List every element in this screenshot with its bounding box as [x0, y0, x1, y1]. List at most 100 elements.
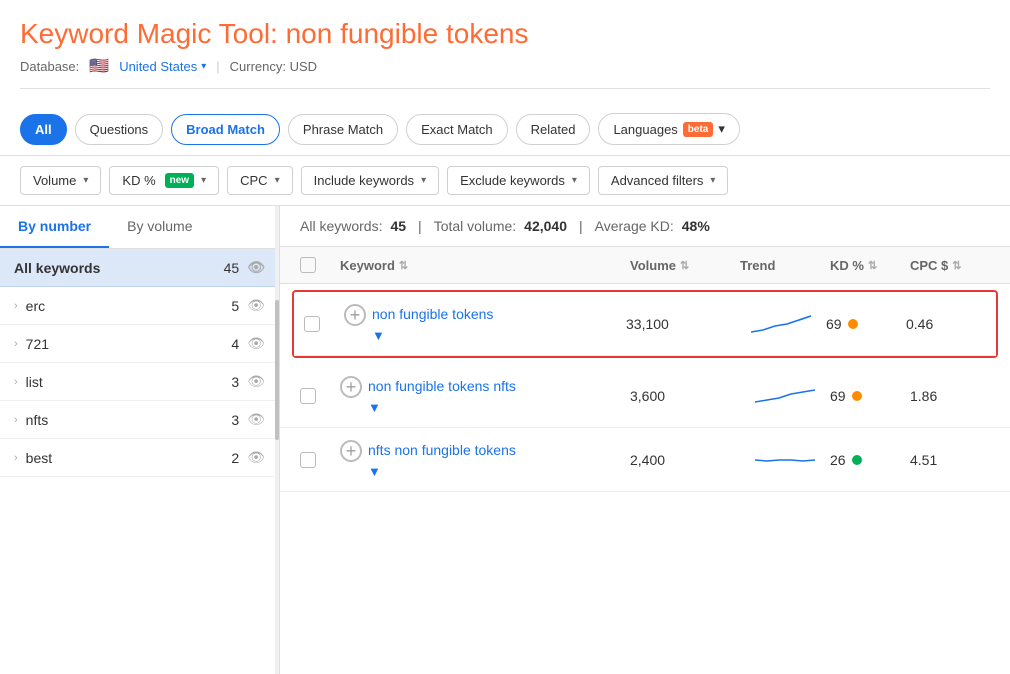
tab-by-number[interactable]: By number — [0, 206, 109, 248]
sidebar-keyword-label: 721 — [26, 336, 232, 352]
advanced-filters[interactable]: Advanced filters ▾ — [598, 166, 729, 195]
row1-kd-value: 69 — [826, 316, 842, 332]
tab-all[interactable]: All — [20, 114, 67, 145]
row3-add-button[interactable]: + — [340, 440, 362, 462]
row2-cpc-cell: 1.86 — [910, 388, 990, 404]
row2-keyword-link[interactable]: non fungible tokens nfts — [368, 377, 516, 397]
sidebar-item-erc[interactable]: › erc 5 👁 — [0, 287, 279, 325]
tab-questions[interactable]: Questions — [75, 114, 164, 145]
row3-keyword-dropdown[interactable]: ▼ — [368, 464, 381, 479]
row2-checkbox[interactable] — [300, 388, 316, 404]
kd-filter[interactable]: KD % new ▾ — [109, 166, 219, 195]
row1-kd-cell: 69 — [826, 316, 906, 332]
row3-dropdown-arrow-icon: ▼ — [368, 464, 381, 479]
trend-col-label: Trend — [740, 258, 775, 273]
page-header: Keyword Magic Tool: non fungible tokens … — [0, 0, 1010, 99]
col-volume[interactable]: Volume ⇅ — [630, 258, 740, 273]
row3-kd-cell: 26 — [830, 452, 910, 468]
chevron-right-icon: › — [14, 338, 18, 350]
scroll-thumb[interactable] — [275, 300, 279, 440]
sidebar-keyword-label: list — [26, 374, 232, 390]
eye-icon[interactable]: 👁 — [247, 297, 265, 314]
content-area: By number By volume All keywords 45 👁 › … — [0, 206, 1010, 674]
chevron-right-icon: › — [14, 414, 18, 426]
database-row: Database: 🇺🇸 United States ▾ | Currency:… — [20, 56, 990, 89]
cpc-sort-icon: ⇅ — [952, 259, 961, 272]
sidebar-item-721[interactable]: › 721 4 👁 — [0, 325, 279, 363]
tab-broad-match[interactable]: Broad Match — [171, 114, 280, 145]
sidebar-eye-icon[interactable]: 👁 — [247, 259, 265, 276]
highlighted-row-wrapper: + non fungible tokens ▼ 33,100 — [292, 290, 998, 358]
volume-filter[interactable]: Volume ▾ — [20, 166, 101, 195]
sidebar-item-list[interactable]: › list 3 👁 — [0, 363, 279, 401]
row2-add-button[interactable]: + — [340, 376, 362, 398]
row3-volume-cell: 2,400 — [630, 452, 740, 468]
row3-keyword-cell: + nfts non fungible tokens ▼ — [340, 440, 630, 479]
row1-trend-cell — [736, 310, 826, 338]
sidebar-all-keywords-label: All keywords — [14, 260, 224, 276]
tab-by-volume[interactable]: By volume — [109, 206, 210, 248]
row1-add-button[interactable]: + — [344, 304, 366, 326]
row3-kd-value: 26 — [830, 452, 846, 468]
include-chevron-icon: ▾ — [421, 175, 426, 186]
volume-label: Volume — [33, 173, 76, 188]
sidebar-item-best[interactable]: › best 2 👁 — [0, 439, 279, 477]
kd-new-badge: new — [165, 173, 194, 188]
advanced-chevron-icon: ▾ — [710, 175, 715, 186]
total-volume-value: 42,040 — [524, 218, 567, 234]
sidebar-items: › erc 5 👁 › 721 4 👁 › list 3 👁 › nfts 3 — [0, 287, 279, 477]
tab-exact-match[interactable]: Exact Match — [406, 114, 508, 145]
eye-icon[interactable]: 👁 — [247, 373, 265, 390]
col-keyword[interactable]: Keyword ⇅ — [340, 258, 630, 273]
row2-dropdown-arrow-icon: ▼ — [368, 400, 381, 415]
cpc-filter[interactable]: CPC ▾ — [227, 166, 292, 195]
filter-tabs-bar: All Questions Broad Match Phrase Match E… — [0, 99, 1010, 156]
row3-checkbox[interactable] — [300, 452, 316, 468]
sidebar-header-item: All keywords 45 👁 — [0, 249, 279, 287]
flag-icon: 🇺🇸 — [89, 56, 109, 76]
languages-chevron-icon: ▾ — [718, 121, 725, 137]
row1-keyword-dropdown[interactable]: ▼ — [372, 328, 385, 343]
eye-icon[interactable]: 👁 — [247, 335, 265, 352]
row1-checkbox[interactable] — [304, 316, 320, 332]
row1-trend-sparkline — [751, 310, 811, 338]
tab-languages[interactable]: Languages beta ▾ — [598, 113, 739, 145]
sidebar-keyword-label: erc — [26, 298, 232, 314]
eye-icon[interactable]: 👁 — [247, 411, 265, 428]
avg-kd-value: 48% — [682, 218, 710, 234]
stats-row: All keywords: 45 | Total volume: 42,040 … — [280, 206, 1010, 247]
include-keywords-filter[interactable]: Include keywords ▾ — [301, 166, 439, 195]
sidebar-keyword-count: 3 — [231, 412, 239, 428]
row1-keyword-cell: + non fungible tokens ▼ — [344, 304, 626, 343]
row2-kd-value: 69 — [830, 388, 846, 404]
col-checkbox — [300, 257, 340, 273]
col-cpc[interactable]: CPC $ ⇅ — [910, 258, 990, 273]
kd-col-label: KD % — [830, 258, 864, 273]
col-trend: Trend — [740, 258, 830, 273]
row2-keyword-cell: + non fungible tokens nfts ▼ — [340, 376, 630, 415]
database-label: Database: — [20, 59, 79, 74]
tab-phrase-match[interactable]: Phrase Match — [288, 114, 398, 145]
tab-related[interactable]: Related — [516, 114, 591, 145]
kd-sort-icon: ⇅ — [868, 259, 877, 272]
row3-kd-dot — [852, 455, 862, 465]
row2-keyword-dropdown[interactable]: ▼ — [368, 400, 381, 415]
advanced-label: Advanced filters — [611, 173, 704, 188]
sidebar-keyword-count: 3 — [231, 374, 239, 390]
select-all-checkbox[interactable] — [300, 257, 316, 273]
eye-icon[interactable]: 👁 — [247, 449, 265, 466]
chevron-right-icon: › — [14, 300, 18, 312]
filter-dropdowns-bar: Volume ▾ KD % new ▾ CPC ▾ Include keywor… — [0, 156, 1010, 206]
row2-kd-dot — [852, 391, 862, 401]
row1-volume-cell: 33,100 — [626, 316, 736, 332]
row3-keyword-link[interactable]: nfts non fungible tokens — [368, 441, 516, 461]
row1-checkbox-cell — [304, 316, 344, 332]
sidebar-item-nfts[interactable]: › nfts 3 👁 — [0, 401, 279, 439]
row3-trend-cell — [740, 446, 830, 474]
database-link[interactable]: United States ▾ — [119, 59, 206, 74]
exclude-keywords-filter[interactable]: Exclude keywords ▾ — [447, 166, 590, 195]
kd-label: KD % — [122, 173, 155, 188]
row1-keyword-link[interactable]: non fungible tokens — [372, 306, 493, 322]
col-kd[interactable]: KD % ⇅ — [830, 258, 910, 273]
sidebar-keyword-label: best — [26, 450, 232, 466]
